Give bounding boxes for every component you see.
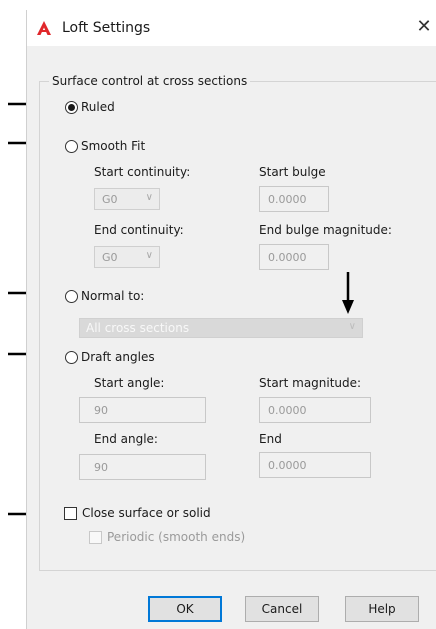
normal-to-radio[interactable] (65, 290, 78, 303)
chevron-down-icon: ∨ (145, 250, 153, 261)
start-bulge-label: Start bulge (259, 165, 326, 179)
start-magnitude-field[interactable]: 0.0000 (259, 397, 371, 423)
loft-settings-dialog: Loft Settings ✕ Surface control at cross… (26, 10, 436, 629)
smooth-fit-label[interactable]: Smooth Fit (81, 139, 145, 153)
start-angle-field[interactable]: 90 (79, 397, 206, 423)
group-legend: Surface control at cross sections (49, 74, 251, 88)
periodic-label[interactable]: Periodic (smooth ends) (107, 530, 245, 544)
end-angle-label: End angle: (94, 432, 158, 446)
chevron-down-icon: ∨ (145, 192, 153, 203)
end-value-field[interactable]: 0.0000 (259, 452, 371, 478)
end-continuity-value: G0 (102, 251, 118, 264)
end-angle-value: 90 (94, 461, 108, 474)
draft-angles-label[interactable]: Draft angles (81, 350, 155, 364)
end-angle-field[interactable]: 90 (79, 454, 206, 480)
normal-to-select[interactable]: All cross sections ∨ (79, 318, 363, 338)
close-surface-checkbox[interactable] (64, 507, 77, 520)
window-title: Loft Settings (62, 20, 151, 36)
start-continuity-label: Start continuity: (94, 165, 191, 179)
normal-to-label[interactable]: Normal to: (81, 289, 144, 303)
end-bulge-value: 0.0000 (268, 251, 307, 264)
start-angle-label: Start angle: (94, 376, 165, 390)
close-button[interactable]: ✕ (411, 16, 436, 40)
start-magnitude-label: Start magnitude: (259, 376, 362, 390)
end-bulge-field[interactable]: 0.0000 (259, 244, 329, 270)
title-bar: Loft Settings ✕ (27, 10, 436, 46)
start-bulge-field[interactable]: 0.0000 (259, 186, 329, 212)
start-angle-value: 90 (94, 404, 108, 417)
start-continuity-select[interactable]: G0 ∨ (94, 188, 160, 210)
help-button[interactable]: Help (345, 596, 419, 622)
end-continuity-label: End continuity: (94, 223, 184, 237)
start-magnitude-value: 0.0000 (268, 404, 307, 417)
ruled-label[interactable]: Ruled (81, 100, 115, 114)
autocad-logo-icon (37, 21, 51, 35)
end-bulge-label: End bulge magnitude: (259, 223, 392, 237)
start-continuity-value: G0 (102, 193, 118, 206)
periodic-checkbox[interactable] (89, 531, 102, 544)
smooth-fit-radio[interactable] (65, 140, 78, 153)
end-label: End (259, 432, 282, 446)
annotation-arrow-down (342, 272, 354, 314)
ruled-radio[interactable] (65, 101, 78, 114)
draft-angles-radio[interactable] (65, 351, 78, 364)
chevron-down-icon: ∨ (348, 321, 356, 332)
cancel-button[interactable]: Cancel (245, 596, 319, 622)
ok-button[interactable]: OK (148, 596, 222, 622)
close-surface-label[interactable]: Close surface or solid (82, 506, 211, 520)
end-value: 0.0000 (268, 459, 307, 472)
normal-to-value: All cross sections (86, 321, 190, 335)
end-continuity-select[interactable]: G0 ∨ (94, 246, 160, 268)
start-bulge-value: 0.0000 (268, 193, 307, 206)
